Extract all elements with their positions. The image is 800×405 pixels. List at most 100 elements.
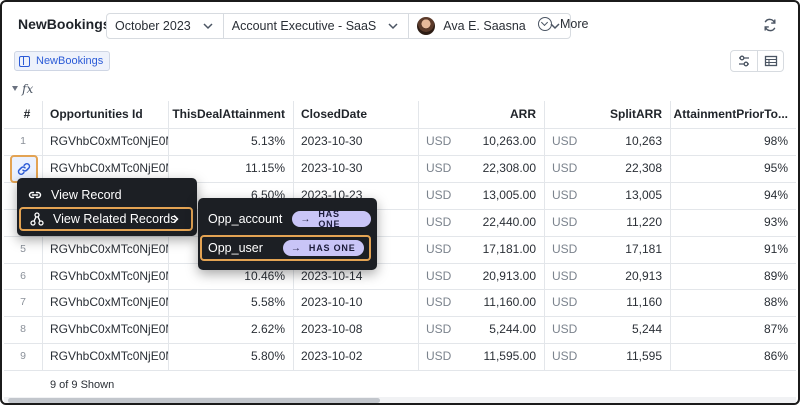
relations-icon <box>30 212 44 226</box>
table-cell[interactable]: 13,005.00 <box>418 182 544 208</box>
table-cell[interactable]: 5.13% <box>168 128 293 154</box>
table-cell[interactable]: 11,160.00 <box>418 289 544 315</box>
table-view-button[interactable] <box>757 51 783 71</box>
table-cell[interactable]: 5,244.00 <box>418 316 544 342</box>
table-cell[interactable]: 5.80% <box>168 343 293 369</box>
table-cell[interactable]: 2023-10-02 <box>293 343 418 369</box>
chevron-down-icon <box>203 23 213 30</box>
table-cell[interactable]: 11,220 <box>544 209 670 235</box>
user-filter-label: Ava E. Saasna <box>443 19 526 33</box>
formula-label: fx <box>22 82 34 96</box>
table-cell[interactable]: 1 <box>4 128 42 154</box>
period-filter[interactable]: October 2023 <box>107 14 224 38</box>
row-divider <box>4 370 796 372</box>
scrollbar-thumb[interactable] <box>8 398 380 403</box>
chevron-down-icon <box>388 23 398 30</box>
menu-item-view-record[interactable]: View Record <box>17 183 195 207</box>
table-cell[interactable]: 5.58% <box>168 289 293 315</box>
table-cell[interactable]: 2.62% <box>168 316 293 342</box>
submenu-item-opp-account[interactable]: Opp_account → HAS ONE <box>200 206 371 232</box>
table-cell[interactable]: 93% <box>670 209 796 235</box>
table-cell[interactable]: 8 <box>4 316 42 342</box>
table-cell[interactable]: 11,595.00 <box>418 343 544 369</box>
table-cell[interactable]: 86% <box>670 343 796 369</box>
table-cell[interactable]: 11,595 <box>544 343 670 369</box>
formula-bar[interactable]: fx <box>2 80 798 100</box>
app-title: NewBookings <box>18 16 111 32</box>
table-cell[interactable]: 17,181 <box>544 236 670 262</box>
caret-down-icon <box>12 86 18 91</box>
more-label: More <box>560 17 589 31</box>
table-cell[interactable]: 88% <box>670 289 796 315</box>
has-one-badge: → HAS ONE <box>282 240 364 256</box>
column-header[interactable]: Opportunities Id <box>42 101 168 127</box>
table-cell[interactable]: 22,308.00 <box>418 155 544 181</box>
view-toggle <box>730 50 784 72</box>
sliders-icon <box>739 55 749 67</box>
table-cell[interactable]: RGVhbC0xMTc0NjE0MT <box>42 343 168 369</box>
badge-label: HAS ONE <box>308 243 356 253</box>
table-cell[interactable]: 87% <box>670 316 796 342</box>
panel-icon <box>19 55 30 67</box>
submenu-item-opp-user[interactable]: Opp_user → HAS ONE <box>200 235 371 261</box>
role-filter[interactable]: Account Executive - SaaS <box>224 14 410 38</box>
table-cell[interactable]: 10,263 <box>544 128 670 154</box>
table-cell[interactable]: 98% <box>670 128 796 154</box>
table-cell[interactable]: 2023-10-10 <box>293 289 418 315</box>
refresh-icon[interactable] <box>762 17 778 33</box>
table-cell[interactable]: RGVhbC0xMTc0NjE0Mj <box>42 236 168 262</box>
arrow-right-icon: → <box>300 213 311 225</box>
table-cell[interactable]: 91% <box>670 236 796 262</box>
column-header[interactable]: AttainmentPriorTo... <box>670 101 796 127</box>
view-chip[interactable]: NewBookings <box>14 51 111 71</box>
column-header[interactable]: ThisDealAttainment <box>168 101 293 127</box>
table-cell[interactable]: RGVhbC0xMTc0NjE0MT <box>42 316 168 342</box>
settings-toggle-button[interactable] <box>731 51 757 71</box>
table-cell[interactable]: RGVhbC0xMTc0NjE0Mz <box>42 155 168 181</box>
filter-bar: October 2023 Account Executive - SaaS Av… <box>106 13 571 39</box>
table-cell[interactable]: 5,244 <box>544 316 670 342</box>
table-cell[interactable]: 2023-10-30 <box>293 155 418 181</box>
table-cell[interactable]: 95% <box>670 155 796 181</box>
column-header[interactable]: ARR <box>418 101 544 127</box>
table-cell[interactable]: RGVhbC0xMTc0NjE0MT <box>42 289 168 315</box>
table-cell[interactable]: RGVhbC0xMTc0NjE0Mj <box>42 263 168 289</box>
table-cell[interactable]: RGVhbC0xMTc0NjE0Mz <box>42 128 168 154</box>
table-cell[interactable]: 20,913 <box>544 263 670 289</box>
chevron-circle-icon <box>538 17 552 31</box>
table-cell[interactable]: 22,308 <box>544 155 670 181</box>
column-header[interactable]: # <box>4 101 42 127</box>
app-window: NewBookings October 2023 Account Executi… <box>0 0 800 405</box>
table-icon <box>764 55 777 67</box>
table-cell[interactable]: 89% <box>670 263 796 289</box>
arrow-right-icon: → <box>290 242 301 254</box>
table-cell[interactable]: 11.15% <box>168 155 293 181</box>
data-table: # Opportunities Id ThisDealAttainment Close… <box>4 101 796 398</box>
table-cell[interactable]: 2023-10-08 <box>293 316 418 342</box>
table-cell[interactable]: 11,160 <box>544 289 670 315</box>
link-icon <box>17 163 31 175</box>
menu-item-label: View Record <box>51 188 122 202</box>
link-icon <box>28 191 42 199</box>
column-header[interactable]: SplitARR <box>544 101 670 127</box>
badge-label: HAS ONE <box>318 209 341 229</box>
table-cell[interactable]: 13,005 <box>544 182 670 208</box>
table-cell[interactable]: 22,440.00 <box>418 209 544 235</box>
row-context-menu: View Record View Related Records <box>17 178 197 236</box>
view-chip-label: NewBookings <box>36 55 104 67</box>
table-cell[interactable]: 5 <box>4 236 42 262</box>
menu-item-view-related-records[interactable]: View Related Records <box>19 207 193 231</box>
menu-item-label: View Related Records <box>53 212 177 226</box>
column-header[interactable]: ClosedDate <box>293 101 418 127</box>
table-cell[interactable]: 6 <box>4 263 42 289</box>
table-cell[interactable]: 2023-10-30 <box>293 128 418 154</box>
table-cell[interactable]: 7 <box>4 289 42 315</box>
table-cell[interactable]: 9 <box>4 343 42 369</box>
table-cell[interactable]: 94% <box>670 182 796 208</box>
more-button[interactable]: More <box>538 17 588 31</box>
avatar <box>417 17 436 35</box>
table-cell[interactable]: 20,913.00 <box>418 263 544 289</box>
table-cell[interactable]: 17,181.00 <box>418 236 544 262</box>
table-cell[interactable]: 10,263.00 <box>418 128 544 154</box>
related-records-submenu: Opp_account → HAS ONE Opp_user → HAS ONE <box>198 198 377 270</box>
